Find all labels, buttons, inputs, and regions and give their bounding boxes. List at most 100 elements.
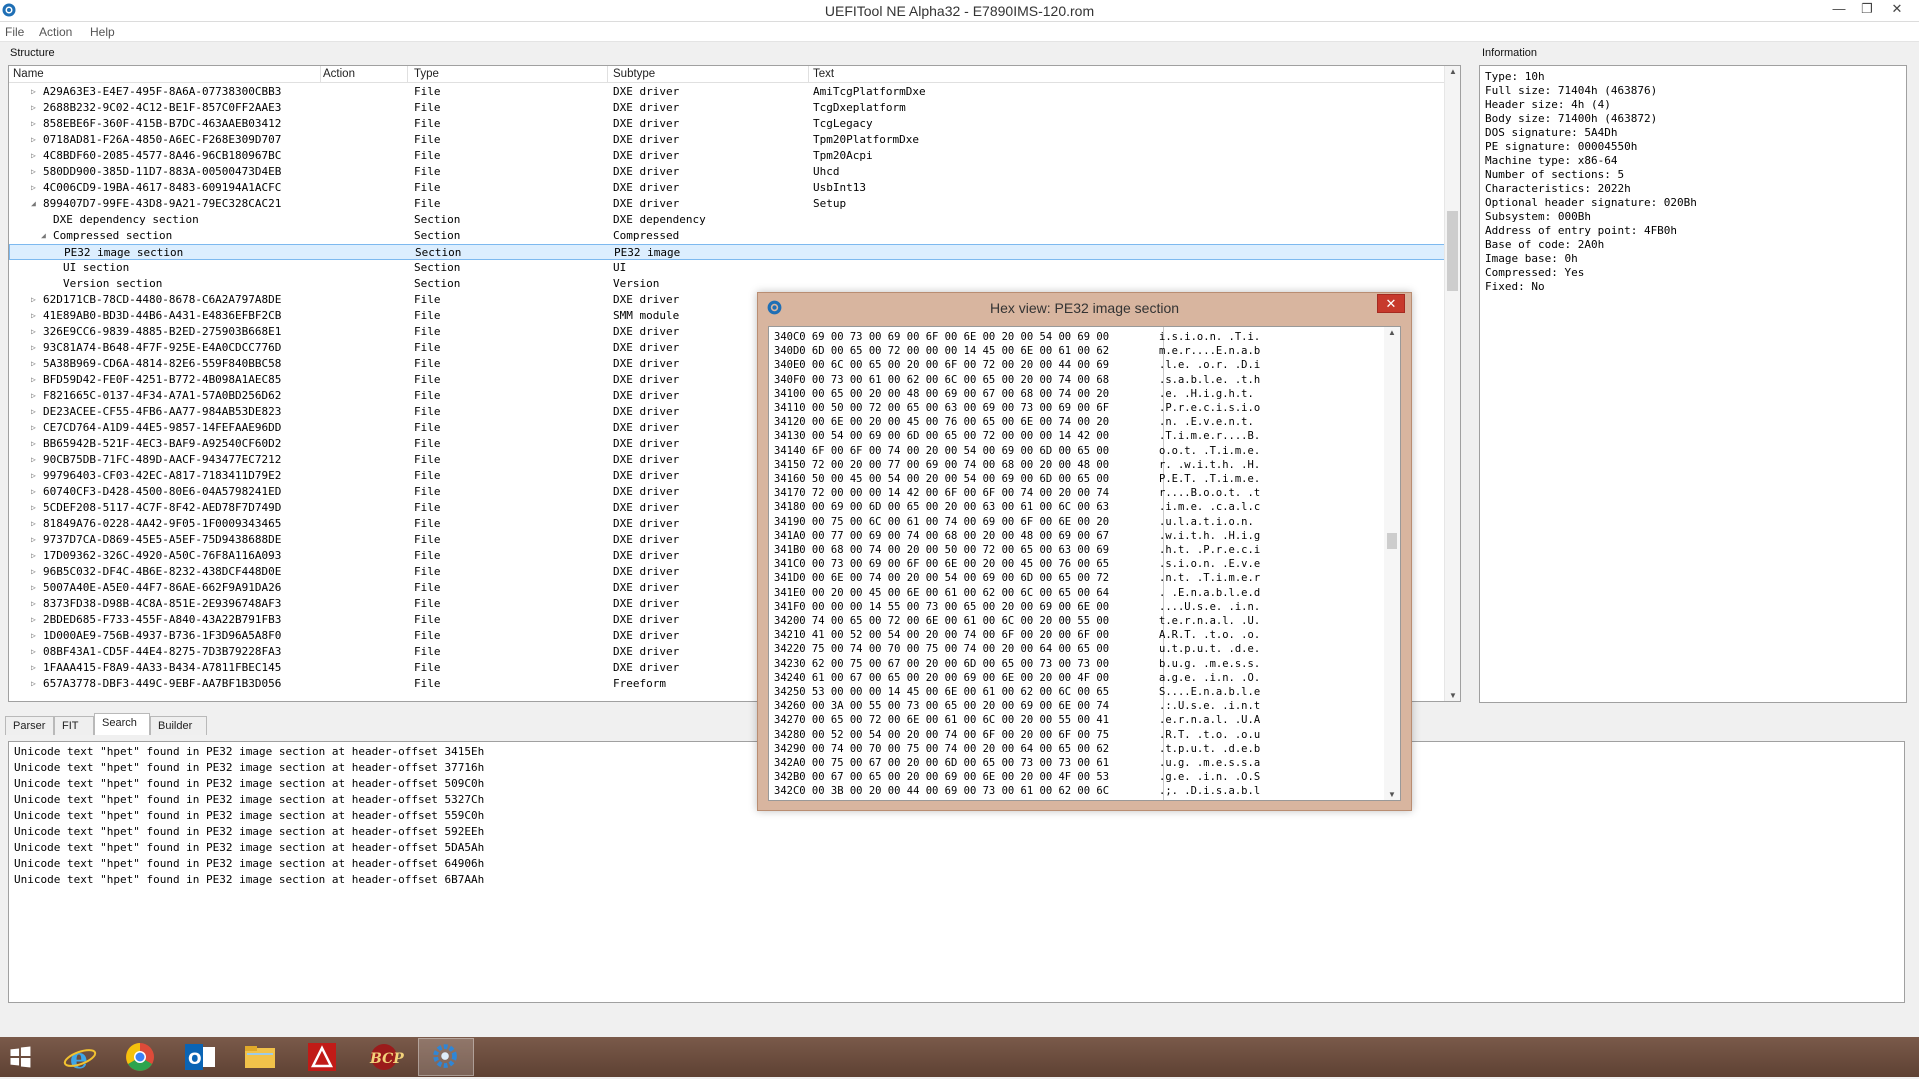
tab-builder[interactable]: Builder — [150, 716, 207, 735]
close-icon[interactable]: ✕ — [1377, 294, 1405, 313]
file-explorer-icon[interactable] — [232, 1038, 288, 1076]
information-panel[interactable]: Type: 10h Full size: 71404h (463876) Heade… — [1479, 65, 1907, 703]
hex-ascii[interactable]: .u.l.a.t.i.o.n. — [1159, 515, 1260, 529]
tree-row[interactable]: ▷ 0718AD81-F26A-4850-A6EC-F268E309D707 Fil… — [9, 132, 1445, 148]
menu-action[interactable]: Action — [39, 25, 72, 39]
hex-bytes[interactable]: 340C0 69 00 73 00 69 00 6F 00 6E 00 20 0… — [774, 330, 1109, 344]
hex-ascii[interactable]: .g.e. .i.n. .O.S — [1159, 770, 1260, 784]
hex-bytes[interactable]: 341A0 00 77 00 69 00 74 00 68 00 20 00 4… — [774, 529, 1109, 543]
hex-bytes[interactable]: 34210 41 00 52 00 54 00 20 00 74 00 6F 0… — [774, 628, 1109, 642]
hex-ascii[interactable]: .s.i.o.n. .E.v.e — [1159, 557, 1260, 571]
hex-ascii[interactable]: .i.m.e. .c.a.l.c — [1159, 500, 1260, 514]
hex-ascii[interactable]: u.t.p.u.t. .d.e. — [1159, 642, 1260, 656]
tree-row[interactable]: ▷ 580DD900-385D-11D7-883A-00500473D4EB Fil… — [9, 164, 1445, 180]
expand-toggle-icon[interactable]: ▷ — [31, 388, 36, 404]
hex-bytes[interactable]: 34120 00 6E 00 20 00 45 00 76 00 65 00 6… — [774, 415, 1109, 429]
hex-ascii[interactable]: .n.t. .T.i.m.e.r — [1159, 571, 1260, 585]
hex-bytes[interactable]: 341F0 00 00 00 14 55 00 73 00 65 00 20 0… — [774, 600, 1109, 614]
message-line[interactable]: Unicode text "hpet" found in PE32 image … — [9, 872, 1904, 888]
hex-bytes[interactable]: 34180 00 69 00 6D 00 65 00 20 00 63 00 6… — [774, 500, 1109, 514]
tree-row[interactable]: ◢ 899407D7-99FE-43D8-9A21-79EC328CAC21 Fil… — [9, 196, 1445, 212]
expand-toggle-icon[interactable]: ▷ — [31, 580, 36, 596]
message-line[interactable]: Unicode text "hpet" found in PE32 image … — [9, 856, 1904, 872]
hex-bytes[interactable]: 34140 6F 00 6F 00 74 00 20 00 54 00 69 0… — [774, 444, 1109, 458]
hex-ascii[interactable]: i.s.i.o.n. .T.i. — [1159, 330, 1260, 344]
scroll-down-icon[interactable]: ▼ — [1384, 790, 1400, 799]
hex-view-titlebar[interactable]: Hex view: PE32 image section ✕ — [758, 293, 1411, 323]
hex-bytes[interactable]: 34280 00 52 00 54 00 20 00 74 00 6F 00 2… — [774, 728, 1109, 742]
expand-toggle-icon[interactable]: ▷ — [31, 484, 36, 500]
expand-toggle-icon[interactable]: ▷ — [31, 468, 36, 484]
tab-search[interactable]: Search — [94, 713, 150, 735]
hex-bytes[interactable]: 34130 00 54 00 69 00 6D 00 65 00 72 00 0… — [774, 429, 1109, 443]
expand-toggle-icon[interactable]: ▷ — [31, 436, 36, 452]
hex-ascii[interactable]: .:.U.s.e. .i.n.t — [1159, 699, 1260, 713]
hex-ascii[interactable]: .s.a.b.l.e. .t.h — [1159, 373, 1260, 387]
hex-bytes[interactable]: 341C0 00 73 00 69 00 6F 00 6E 00 20 00 4… — [774, 557, 1109, 571]
hex-ascii[interactable]: m.e.r....E.n.a.b — [1159, 344, 1260, 358]
hex-bytes[interactable]: 341E0 00 20 00 45 00 6E 00 61 00 62 00 6… — [774, 586, 1109, 600]
chrome-icon[interactable] — [112, 1038, 168, 1076]
expand-toggle-icon[interactable]: ◢ — [31, 196, 36, 212]
col-subtype[interactable]: Subtype — [613, 68, 655, 80]
hex-ascii[interactable]: o.o.t. .T.i.m.e. — [1159, 444, 1260, 458]
hex-ascii[interactable]: . .E.n.a.b.l.e.d — [1159, 586, 1260, 600]
expand-toggle-icon[interactable]: ▷ — [31, 372, 36, 388]
message-line[interactable]: Unicode text "hpet" found in PE32 image … — [9, 840, 1904, 856]
hex-bytes[interactable]: 34260 00 3A 00 55 00 73 00 65 00 20 00 6… — [774, 699, 1109, 713]
expand-toggle-icon[interactable]: ▷ — [31, 340, 36, 356]
hex-ascii[interactable]: r. .w.i.t.h. .H. — [1159, 458, 1260, 472]
hex-ascii[interactable]: S....E.n.a.b.l.e — [1159, 685, 1260, 699]
expand-toggle-icon[interactable]: ▷ — [31, 308, 36, 324]
hex-bytes[interactable]: 340E0 00 6C 00 65 00 20 00 6F 00 72 00 2… — [774, 358, 1109, 372]
hex-ascii[interactable]: .t.p.u.t. .d.e.b — [1159, 742, 1260, 756]
expand-toggle-icon[interactable]: ▷ — [31, 564, 36, 580]
hex-bytes[interactable]: 34240 61 00 67 00 65 00 20 00 69 00 6E 0… — [774, 671, 1109, 685]
hex-scrollbar[interactable]: ▲ ▼ — [1384, 327, 1400, 800]
tree-row[interactable]: ◢ Compressed section Section Compressed — [9, 228, 1445, 244]
expand-toggle-icon[interactable]: ▷ — [31, 500, 36, 516]
hex-bytes[interactable]: 34100 00 65 00 20 00 48 00 69 00 67 00 6… — [774, 387, 1109, 401]
hex-ascii[interactable]: P.E.T. .T.i.m.e. — [1159, 472, 1260, 486]
scroll-thumb[interactable] — [1387, 533, 1397, 549]
hex-ascii[interactable]: ....U.s.e. .i.n. — [1159, 600, 1260, 614]
scroll-down-icon[interactable]: ▼ — [1445, 691, 1460, 700]
hex-bytes[interactable]: 34290 00 74 00 70 00 75 00 74 00 20 00 6… — [774, 742, 1109, 756]
expand-toggle-icon[interactable]: ▷ — [31, 628, 36, 644]
scroll-up-icon[interactable]: ▲ — [1445, 67, 1460, 76]
tab-fit[interactable]: FIT — [54, 716, 94, 735]
hex-bytes[interactable]: 34250 53 00 00 00 14 45 00 6E 00 61 00 6… — [774, 685, 1109, 699]
expand-toggle-icon[interactable]: ▷ — [31, 532, 36, 548]
bcp-app-icon[interactable]: BCP — [356, 1038, 412, 1076]
hex-ascii[interactable]: .n. .E.v.e.n.t. — [1159, 415, 1260, 429]
hex-ascii[interactable]: .e. .H.i.g.h.t. — [1159, 387, 1260, 401]
hex-ascii[interactable]: t.e.r.n.a.l. .U. — [1159, 614, 1260, 628]
expand-toggle-icon[interactable]: ▷ — [31, 596, 36, 612]
windows-start-icon[interactable] — [0, 1038, 56, 1076]
hex-ascii[interactable]: A.R.T. .t.o. .o. — [1159, 628, 1260, 642]
hex-ascii[interactable]: .T.i.m.e.r....B. — [1159, 429, 1260, 443]
hex-bytes[interactable]: 34200 74 00 65 00 72 00 6E 00 61 00 6C 0… — [774, 614, 1109, 628]
col-action[interactable]: Action — [323, 68, 355, 80]
expand-toggle-icon[interactable]: ▷ — [31, 644, 36, 660]
expand-toggle-icon[interactable]: ▷ — [31, 356, 36, 372]
acrobat-icon[interactable] — [294, 1038, 350, 1076]
message-line[interactable]: Unicode text "hpet" found in PE32 image … — [9, 824, 1904, 840]
menu-file[interactable]: File — [5, 25, 24, 39]
col-text[interactable]: Text — [813, 68, 834, 80]
outlook-icon[interactable]: O — [172, 1038, 228, 1076]
hex-ascii[interactable]: r....B.o.o.t. .t — [1159, 486, 1260, 500]
expand-toggle-icon[interactable]: ▷ — [31, 548, 36, 564]
expand-toggle-icon[interactable]: ▷ — [31, 612, 36, 628]
expand-toggle-icon[interactable]: ▷ — [31, 116, 36, 132]
tree-row[interactable]: ▷ 4C8BDF60-2085-4577-8A46-96CB180967BC Fil… — [9, 148, 1445, 164]
expand-toggle-icon[interactable]: ▷ — [31, 180, 36, 196]
tree-scrollbar[interactable]: ▲ ▼ — [1444, 66, 1460, 701]
hex-bytes[interactable]: 34150 72 00 20 00 77 00 69 00 74 00 68 0… — [774, 458, 1109, 472]
hex-bytes[interactable]: 34110 00 50 00 72 00 65 00 63 00 69 00 7… — [774, 401, 1109, 415]
expand-toggle-icon[interactable]: ▷ — [31, 84, 36, 100]
expand-toggle-icon[interactable]: ▷ — [31, 292, 36, 308]
hex-bytes[interactable]: 34160 50 00 45 00 54 00 20 00 54 00 69 0… — [774, 472, 1109, 486]
menu-help[interactable]: Help — [90, 25, 115, 39]
expand-toggle-icon[interactable]: ▷ — [31, 132, 36, 148]
